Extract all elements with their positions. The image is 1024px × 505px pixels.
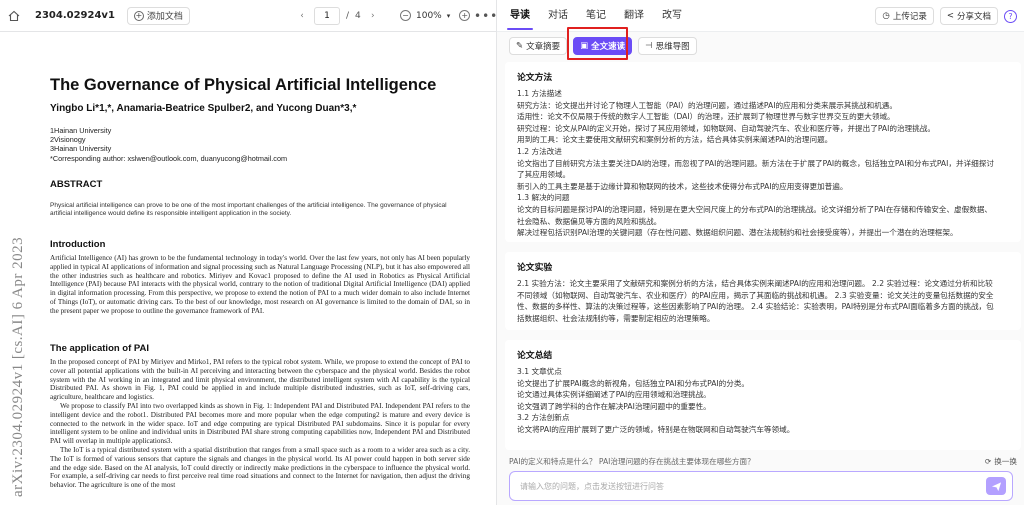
share-document-button[interactable]: < 分享文档: [939, 7, 998, 25]
total-pages: 4: [355, 10, 361, 21]
clock-icon: ◷: [882, 11, 890, 21]
send-icon: [991, 481, 1001, 491]
paper-title: The Governance of Physical Artificial In…: [50, 76, 437, 94]
panel-tabs: 导读 对话 笔记 翻译 改写 ◷ 上传记录 < 分享文档 ?: [497, 0, 1024, 32]
zoom-in-icon[interactable]: +: [459, 10, 471, 21]
document-filename: 2304.02924v1: [35, 10, 115, 21]
help-icon[interactable]: ?: [1004, 9, 1017, 23]
pdf-toolbar: 2304.02924v1 + 添加文档 ‹ 1 / 4 › − 100% ▾ +…: [0, 0, 498, 32]
suggested-question[interactable]: PAI的定义和特点是什么？ PAI治理问题的存在挑战主要体现在哪些方面？: [509, 456, 755, 467]
card-title: 论文实验: [517, 263, 553, 273]
question-input-box: [509, 471, 1013, 501]
prev-page-icon[interactable]: ‹: [296, 11, 308, 21]
page-separator: /: [346, 10, 350, 21]
introduction-text: Artificial Intelligence (AI) has grown t…: [50, 254, 470, 315]
pdf-viewer[interactable]: arXiv:2304.02924v1 [cs.AI] 6 Apr 2023 Th…: [0, 32, 496, 505]
tab-chat[interactable]: 对话: [545, 0, 571, 32]
refresh-icon: ⟳: [984, 457, 992, 466]
subtab-mindmap[interactable]: ⊣ 思维导图: [638, 37, 697, 55]
paper-authors: Yingbo Li*1,*, Anamaria-Beatrice Spulber…: [50, 103, 357, 114]
guide-subtabs: ✎ 文章摘要 ▣ 全文速读 ⊣ 思维导图: [509, 37, 697, 55]
share-icon: <: [946, 11, 954, 21]
abstract-text: Physical artificial intelligence can pro…: [50, 202, 447, 217]
zoom-control: − 100% ▾ +: [400, 10, 471, 21]
question-input[interactable]: [520, 472, 960, 500]
assistant-panel: 导读 对话 笔记 翻译 改写 ◷ 上传记录 < 分享文档 ? ✎ 文章摘要 ▣ …: [496, 0, 1024, 505]
introduction-heading: Introduction: [50, 239, 106, 250]
speed-read-content[interactable]: 论文方法 1.1 方法描述 研究方法：论文提出并讨论了物理人工智能（PAI）的治…: [505, 62, 1021, 452]
tab-translate[interactable]: 翻译: [621, 0, 647, 32]
next-page-icon[interactable]: ›: [367, 11, 379, 21]
document-icon: ▣: [580, 41, 589, 51]
paper-affiliations: 1Hainan University 2Visionogy 3Hainan Un…: [50, 126, 288, 163]
pdf-page: The Governance of Physical Artificial In…: [16, 32, 486, 505]
tab-guide[interactable]: 导读: [507, 0, 533, 32]
zoom-level[interactable]: 100%: [416, 11, 442, 21]
card-title: 论文方法: [517, 73, 553, 83]
pen-icon: ✎: [516, 41, 524, 51]
zoom-dropdown-icon[interactable]: ▾: [447, 12, 451, 20]
method-card: 论文方法 1.1 方法描述 研究方法：论文提出并讨论了物理人工智能（PAI）的治…: [505, 62, 1021, 242]
send-button[interactable]: [986, 477, 1006, 495]
home-icon[interactable]: [7, 9, 21, 23]
abstract-heading: ABSTRACT: [50, 179, 103, 190]
upload-record-button[interactable]: ◷ 上传记录: [875, 7, 934, 25]
summary-card: 论文总结 3.1 文章优点 论文提出了扩展PAI概念的新视角，包括独立PAI和分…: [505, 340, 1021, 450]
card-title: 论文总结: [517, 351, 553, 361]
refresh-suggestions-button[interactable]: ⟳ 换一换: [985, 456, 1017, 467]
experiment-card: 论文实验 2.1 实验方法：论文主要采用了文献研究和案例分析的方法，结合具体实例…: [505, 252, 1021, 330]
suggested-questions: PAI的定义和特点是什么？ PAI治理问题的存在挑战主要体现在哪些方面？ ⟳ 换…: [509, 456, 1017, 467]
page-navigator: ‹ 1 / 4 ›: [296, 6, 379, 25]
application-text: In the proposed concept of PAI by Miriye…: [50, 358, 470, 490]
more-options-icon[interactable]: •••: [474, 9, 498, 23]
tab-notes[interactable]: 笔记: [583, 0, 609, 32]
tab-rewrite[interactable]: 改写: [659, 0, 685, 32]
panel-actions: ◷ 上传记录 < 分享文档 ?: [875, 7, 1017, 25]
zoom-out-icon[interactable]: −: [400, 10, 411, 21]
plus-circle-icon: +: [133, 10, 144, 21]
subtab-speed-read[interactable]: ▣ 全文速读: [573, 37, 633, 55]
current-page-input[interactable]: 1: [314, 6, 340, 25]
application-heading: The application of PAI: [50, 343, 150, 354]
mindmap-icon: ⊣: [645, 41, 653, 51]
subtab-summary[interactable]: ✎ 文章摘要: [509, 37, 568, 55]
add-document-button[interactable]: + 添加文档: [126, 6, 190, 25]
